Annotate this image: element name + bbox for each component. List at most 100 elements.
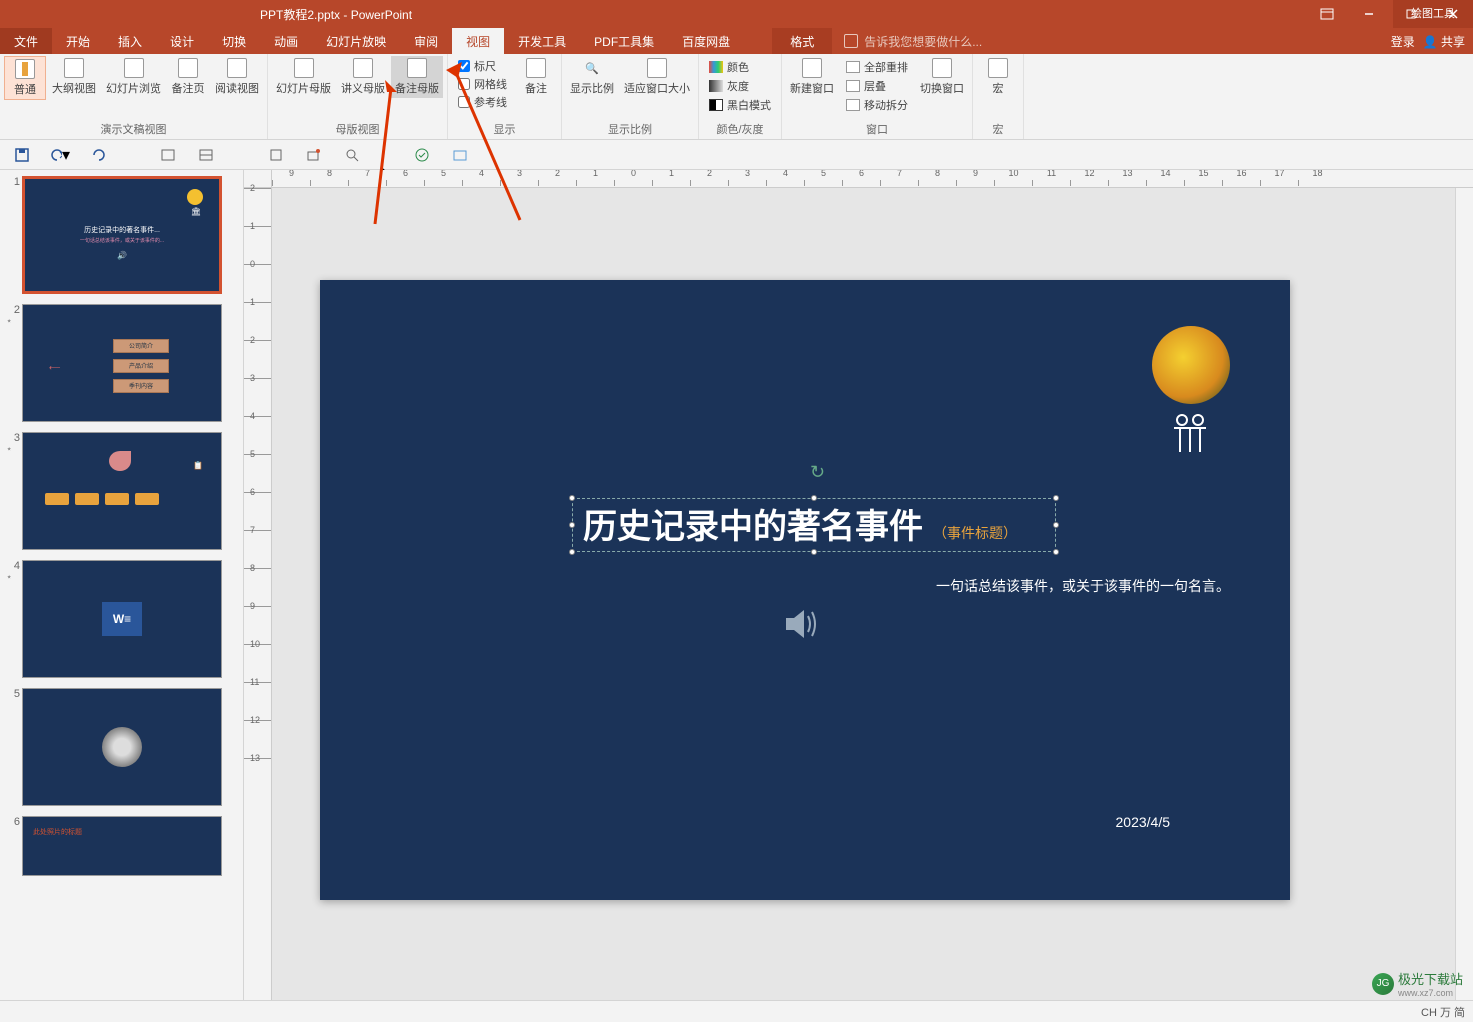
ime-indicator[interactable]: CH 万 简 — [1421, 1004, 1465, 1020]
minimize-button[interactable] — [1349, 0, 1389, 28]
audio-icon[interactable] — [782, 606, 824, 649]
notes-master-icon — [407, 58, 427, 78]
slide-editor[interactable]: 9876543210123456789101112131415161718 21… — [244, 170, 1473, 1000]
qat-icon-1[interactable] — [158, 145, 178, 165]
bw-button[interactable]: 黑白模式 — [707, 96, 773, 114]
move-split-icon — [846, 99, 860, 111]
notes-icon — [526, 58, 546, 78]
move-split-button[interactable]: 移动拆分 — [844, 96, 910, 114]
tab-design[interactable]: 设计 — [156, 28, 208, 54]
rotate-handle-icon[interactable]: ↻ — [810, 462, 825, 483]
login-button[interactable]: 登录 — [1391, 33, 1415, 50]
arrange-all-button[interactable]: 全部重排 — [844, 58, 910, 76]
thumbnail-5[interactable]: 5 — [0, 686, 243, 814]
fit-window-button[interactable]: 适应窗口大小 — [620, 56, 694, 98]
tell-me-search[interactable]: 告诉我您想要做什么... — [844, 33, 982, 50]
horizontal-ruler: 9876543210123456789101112131415161718 — [272, 170, 1473, 188]
color-icon — [709, 61, 723, 73]
tab-insert[interactable]: 插入 — [104, 28, 156, 54]
thumbnail-1[interactable]: 1 🏛 历史记录中的著名事件... 一句话总结该事件，或关于该事件的... 🔊 — [0, 174, 243, 302]
zoom-button[interactable]: 🔍 显示比例 — [566, 56, 618, 98]
watermark-logo-icon: JG — [1372, 973, 1394, 995]
qat-icon-4[interactable] — [304, 145, 324, 165]
fit-window-icon — [647, 58, 667, 78]
qat-icon-5[interactable] — [342, 145, 362, 165]
new-window-button[interactable]: 新建窗口 — [786, 56, 838, 98]
switch-window-icon — [932, 58, 952, 78]
color-button[interactable]: 颜色 — [707, 58, 773, 76]
notes-button[interactable]: 备注 — [515, 56, 557, 98]
tab-transitions[interactable]: 切换 — [208, 28, 260, 54]
window-title: PPT教程2.pptx - PowerPoint — [250, 6, 1143, 23]
thumbnail-4[interactable]: 4⋆ W≡ — [0, 558, 243, 686]
tab-animations[interactable]: 动画 — [260, 28, 312, 54]
animation-star-icon: ⋆ — [6, 572, 22, 583]
slide-master-button[interactable]: 幻灯片母版 — [272, 56, 335, 98]
switch-window-button[interactable]: 切换窗口 — [916, 56, 968, 98]
grayscale-icon — [709, 80, 723, 92]
bw-icon — [709, 99, 723, 111]
tab-view[interactable]: 视图 — [452, 28, 504, 54]
notes-master-button[interactable]: 备注母版 — [391, 56, 443, 98]
undo-button[interactable]: ▾ — [50, 145, 70, 165]
guides-checkbox[interactable]: 参考线 — [458, 94, 507, 110]
slide-thumbnail-panel[interactable]: 1 🏛 历史记录中的著名事件... 一句话总结该事件，或关于该事件的... 🔊 … — [0, 170, 244, 1000]
tab-developer[interactable]: 开发工具 — [504, 28, 580, 54]
ribbon-display-options-icon[interactable] — [1307, 0, 1347, 28]
slide-canvas[interactable]: ↻ 历史记录中的著名事件（事件标题） 一句话总结该事件，或关于该事件的一句名言。 — [320, 280, 1290, 900]
outline-view-button[interactable]: 大纲视图 — [48, 56, 100, 98]
title-text-box[interactable]: 历史记录中的著名事件（事件标题） — [572, 498, 1056, 552]
tab-slideshow[interactable]: 幻灯片放映 — [312, 28, 400, 54]
thumbnail-6[interactable]: 6 此处照片的标题 — [0, 814, 243, 884]
normal-view-icon — [15, 59, 35, 79]
qat-icon-7[interactable] — [450, 145, 470, 165]
tab-format[interactable]: 格式 — [772, 28, 832, 54]
ruler-corner — [244, 170, 272, 188]
group-label-master-views: 母版视图 — [272, 119, 443, 139]
ruler-checkbox[interactable]: 标尺 — [458, 58, 507, 74]
cascade-button[interactable]: 层叠 — [844, 77, 910, 95]
group-label-presentation-views: 演示文稿视图 — [4, 119, 263, 139]
handout-master-icon — [353, 58, 373, 78]
grayscale-button[interactable]: 灰度 — [707, 77, 773, 95]
date-text[interactable]: 2023/4/5 — [1116, 814, 1171, 830]
tab-baidu[interactable]: 百度网盘 — [668, 28, 744, 54]
animation-star-icon: ⋆ — [6, 444, 22, 455]
save-button[interactable] — [12, 145, 32, 165]
share-button[interactable]: 👤 共享 — [1423, 33, 1465, 50]
qat-icon-6[interactable] — [412, 145, 432, 165]
title-bar: PPT教程2.pptx - PowerPoint 绘图工具 — [0, 0, 1473, 28]
handout-master-button[interactable]: 讲义母版 — [337, 56, 389, 98]
thumbnail-2[interactable]: 2⋆ 公司简介 产品介绍 季刊内容 ⟵ — [0, 302, 243, 430]
notes-page-icon — [178, 58, 198, 78]
qat-icon-2[interactable] — [196, 145, 216, 165]
qat-icon-3[interactable] — [266, 145, 286, 165]
zoom-icon: 🔍 — [582, 58, 602, 78]
quick-access-toolbar: ▾ — [0, 140, 1473, 170]
redo-button[interactable] — [88, 145, 108, 165]
vertical-scrollbar[interactable] — [1455, 188, 1473, 1000]
thumbnail-3[interactable]: 3⋆ 📋 — [0, 430, 243, 558]
gridlines-checkbox[interactable]: 网格线 — [458, 76, 507, 92]
macros-icon — [988, 58, 1008, 78]
notes-page-button[interactable]: 备注页 — [167, 56, 209, 98]
maximize-button[interactable] — [1391, 0, 1431, 28]
menu-bar: 文件 开始 插入 设计 切换 动画 幻灯片放映 审阅 视图 开发工具 PDF工具… — [0, 28, 1473, 54]
tab-review[interactable]: 审阅 — [400, 28, 452, 54]
tab-home[interactable]: 开始 — [52, 28, 104, 54]
tab-file[interactable]: 文件 — [0, 28, 52, 54]
group-label-color: 颜色/灰度 — [703, 119, 777, 139]
reading-view-button[interactable]: 阅读视图 — [211, 56, 263, 98]
slide-sorter-button[interactable]: 幻灯片浏览 — [102, 56, 165, 98]
subtitle-text[interactable]: 一句话总结该事件，或关于该事件的一句名言。 — [936, 576, 1230, 596]
tab-pdf-tools[interactable]: PDF工具集 — [580, 28, 668, 54]
portrait-image — [102, 727, 142, 767]
arrange-all-icon — [846, 61, 860, 73]
status-bar: CH 万 简 — [0, 1000, 1473, 1022]
word-icon: W≡ — [102, 602, 142, 636]
macros-button[interactable]: 宏 — [977, 56, 1019, 98]
close-button[interactable] — [1433, 0, 1473, 28]
normal-view-button[interactable]: 普通 — [4, 56, 46, 100]
reading-view-icon — [227, 58, 247, 78]
slide-master-icon — [294, 58, 314, 78]
